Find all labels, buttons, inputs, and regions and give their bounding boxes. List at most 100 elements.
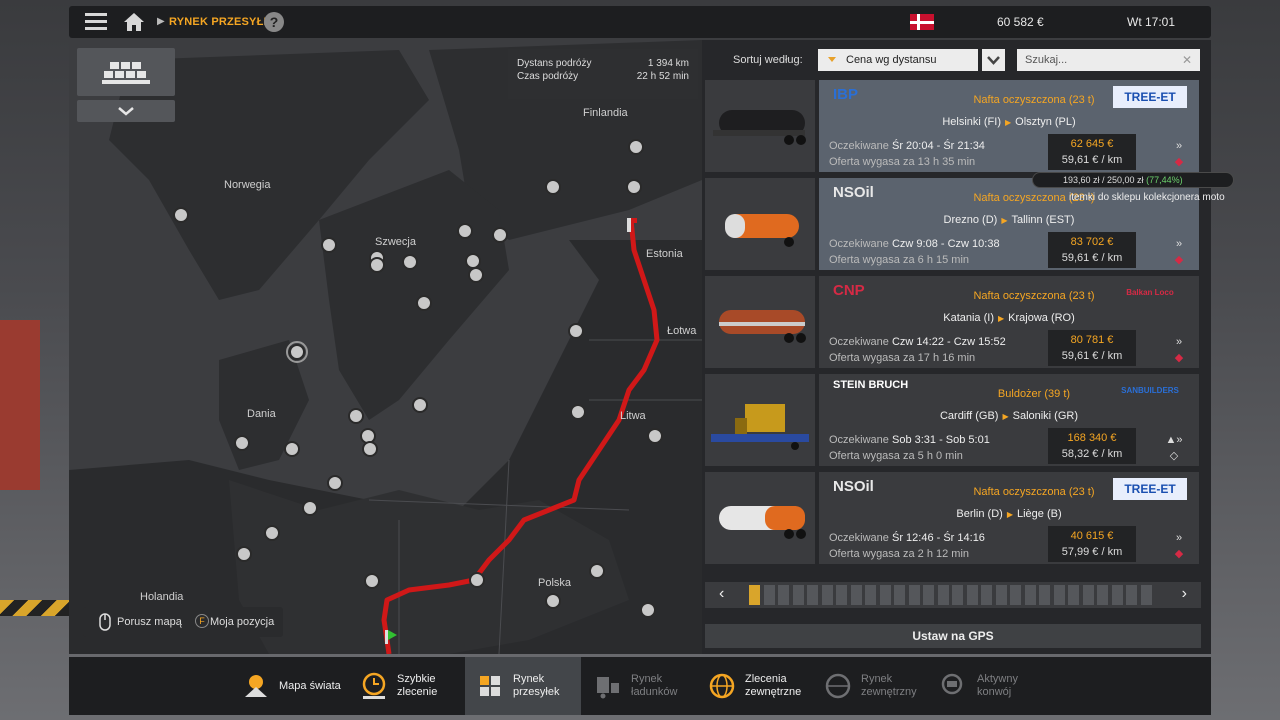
map-label-dania: Dania [247,408,276,420]
tab-external-contracts[interactable]: Zlecenia zewnętrzne [707,657,801,715]
world-map[interactable]: Dystans podróży 1 394 km Czas podróży 22 h… [69,40,702,654]
denmark-flag-icon [910,14,934,30]
job-price: 83 702 € [1070,236,1114,248]
expires-label: Oferta wygasa za [829,352,915,364]
tanker-trailer-image [713,110,806,145]
page-segment[interactable] [879,585,891,605]
sort-label: Sortuj według: [733,54,803,66]
job-card[interactable]: CNP Nafta oczyszczona (23 t) Balkan Loco… [705,276,1201,368]
menu-icon[interactable] [85,13,107,31]
tab-label: Rynek [861,673,893,685]
job-card[interactable]: STEIN BRUCH Buldożer (39 t) SANBUILDERS … [705,374,1201,466]
page-segment[interactable] [966,585,978,605]
page-segment[interactable] [1024,585,1036,605]
expires-label: Oferta wygasa za [829,548,915,560]
time-value: 22 h 52 min [636,71,689,82]
price-box: 83 702 € 59,61 € / km [1048,232,1136,268]
urgency-icon: » [1175,140,1183,152]
hazard-icon: ◆ [1174,548,1184,560]
tab-label: Mapa świata [279,679,341,692]
map-expand-button[interactable] [77,100,175,122]
trailer-thumbnail [705,472,815,564]
globe-icon [709,673,735,699]
page-segment[interactable] [923,585,934,605]
hazard-icon: ◆ [1174,352,1184,364]
price-box: 80 781 € 59,61 € / km [1048,330,1136,366]
page-segment[interactable] [1010,585,1021,605]
tab-world-map[interactable]: Mapa świata [241,657,341,715]
urgency-icon: » [1175,238,1183,250]
tab-label: Rynek [631,673,663,685]
page-segment[interactable] [749,585,760,605]
bulldozer-trailer-image [711,404,809,450]
expected-time: Czw 14:22 - Czw 15:52 [891,336,1006,348]
page-segment[interactable] [908,585,920,605]
page-segment[interactable] [937,585,949,605]
page-segment[interactable] [836,585,847,605]
page-segment[interactable] [1097,585,1108,605]
help-icon[interactable]: ? [264,12,284,32]
game-clock: Wt 17:01 [1127,15,1176,29]
expires-label: Oferta wygasa za [829,156,915,168]
page-segment[interactable] [865,585,876,605]
page-segment[interactable] [995,585,1007,605]
route-arrow-icon: ▶ [997,314,1005,323]
page-segment[interactable] [1039,585,1050,605]
job-panel: Sortuj według: Cena wg dystansu Szukaj..… [702,40,1211,654]
tanker-trailer-image [725,214,799,247]
page-segment[interactable] [981,585,992,605]
globe-icon [825,673,851,699]
background-hazard-stripe [0,600,70,616]
page-segment[interactable] [1082,585,1094,605]
set-gps-button[interactable]: Ustaw na GPS [705,624,1201,648]
clear-icon[interactable]: ✕ [1182,53,1192,67]
page-segment[interactable] [952,585,963,605]
tab-freight-market[interactable]: Rynek ładunków [593,657,677,715]
page-segment[interactable] [763,585,775,605]
map-label-lotwa: Łotwa [667,325,697,337]
urgency-icon: » [1175,336,1183,348]
home-icon[interactable] [123,12,145,32]
route-info-box: Dystans podróży 1 394 km Czas podróży 22 h… [508,49,698,99]
page-segment[interactable] [1140,585,1152,605]
route-from: Cardiff (GB) [939,410,999,422]
route-from: Helsinki (FI) [942,116,1001,128]
next-page-button[interactable]: › [1182,585,1187,603]
map-terrain [69,40,702,654]
route-arrow-icon: ▶ [1001,216,1008,225]
tab-external-market[interactable]: Rynek zewnętrzny [823,657,917,715]
job-card[interactable]: IBP Nafta oczyszczona (23 t) TREE-ET Hel… [705,80,1201,172]
expires-time: 5 h 0 min [917,450,963,462]
sort-dropdown-button[interactable] [982,49,1005,71]
tab-active-convoy[interactable]: Aktywny konwój [939,657,1018,715]
page-segment[interactable] [1068,585,1079,605]
page-segment[interactable] [1053,585,1065,605]
client-logo: TREE-ET [1113,86,1187,108]
page-segment[interactable] [850,585,862,605]
page-segment[interactable] [821,585,833,605]
sort-select[interactable]: Cena wg dystansu [818,49,978,71]
tooltip-percent: (77,44%) [1146,175,1183,185]
page-segment[interactable] [1111,585,1123,605]
map-filter-button[interactable] [77,48,175,96]
tanker-trailer-image [719,506,806,539]
map-label-holandia: Holandia [140,591,184,603]
map-label-litwa: Litwa [620,410,646,422]
expected-time: Czw 9:08 - Czw 10:38 [891,238,1000,250]
tab-label: Aktywny [977,673,1018,685]
prev-page-button[interactable]: ‹ [719,585,724,603]
tab-cargo-market[interactable]: Rynek przesyłek [465,657,581,715]
search-input[interactable]: Szukaj... ✕ [1017,49,1200,71]
page-segment[interactable] [894,585,905,605]
tab-quick-job[interactable]: Szybkie zlecenie [359,657,437,715]
expected-time: Sob 3:31 - Sob 5:01 [891,434,990,446]
job-card[interactable]: NSOil Nafta oczyszczona (23 t) TREE-ET B… [705,472,1201,564]
job-rate: 59,61 € / km [1061,252,1123,264]
map-label-szwecja: Szwecja [375,236,416,248]
page-segment[interactable] [807,585,818,605]
page-segment[interactable] [778,585,789,605]
page-segment[interactable] [1126,585,1137,605]
page-segment[interactable] [792,585,804,605]
client-logo: Balkan Loco [1126,288,1174,297]
my-position-label[interactable]: Moja pozycja [210,616,274,628]
